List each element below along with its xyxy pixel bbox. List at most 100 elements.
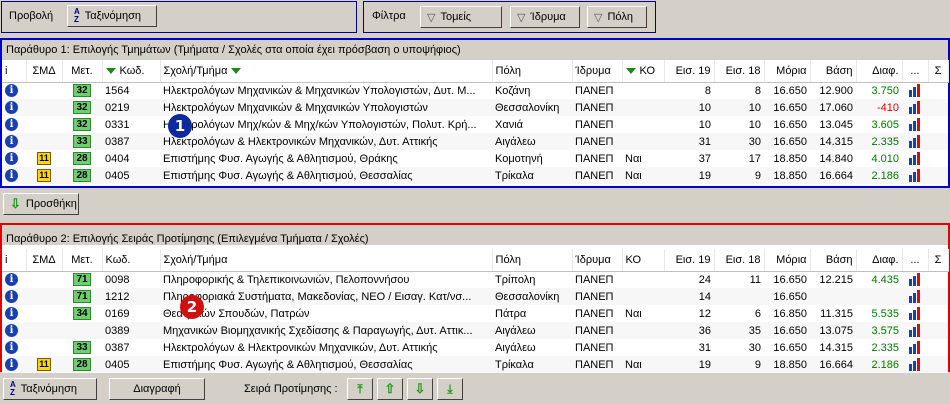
table-row[interactable]: i 34 0169 Θεατρικών Σπουδών, Πατρών Πάτρα ΠΑΝ… (2, 305, 948, 322)
smd-cell (26, 322, 62, 339)
info-icon[interactable]: i (5, 118, 18, 131)
filter-institution-button[interactable]: ▽ Ίδρυμα (510, 6, 580, 28)
col-met[interactable]: Μετ. (62, 60, 103, 83)
bar-chart-icon[interactable] (908, 290, 922, 303)
bar-chart-icon[interactable] (908, 273, 922, 287)
bar-chart-icon[interactable] (908, 169, 922, 182)
met-cell: 28 (62, 150, 102, 167)
table-row[interactable]: i 32 0331 Ηλεκτρολόγων Μηχ/κών & Μηχ/κών Υπ… (2, 116, 948, 133)
met-cell: 32 (62, 116, 102, 133)
info-icon[interactable]: i (5, 290, 18, 303)
table-row[interactable]: i 11 28 0405 Επιστήμης Φυσ. Αγωγής & Αθλητισ… (2, 356, 948, 373)
bar-chart-icon[interactable] (908, 84, 922, 98)
col-city[interactable]: Πόλη (492, 60, 573, 83)
col-more[interactable]: ... (902, 249, 929, 272)
info-icon[interactable]: i (5, 135, 18, 148)
table-row[interactable]: i 71 1212 Πληροφοριακά Συστήματα, Μακεδονία… (2, 288, 948, 305)
vasi-cell: 12.900 (810, 82, 856, 99)
col-met[interactable]: Μετ. (62, 249, 103, 272)
col-e19[interactable]: Εισ. 19 (664, 60, 715, 83)
info-icon[interactable]: i (5, 84, 18, 98)
city-cell: Κοζάνη (492, 82, 572, 99)
col-s[interactable]: Σ (928, 249, 949, 272)
col-ko[interactable]: ΚΟ (622, 60, 665, 83)
table-row[interactable]: i 32 0219 Ηλεκτρολόγων Μηχανικών & Μηχανικώ… (2, 99, 948, 116)
col-info[interactable]: i (2, 60, 27, 83)
filter-sectors-button[interactable]: ▽ Τομείς (420, 6, 502, 28)
bar-chart-icon[interactable] (908, 135, 922, 148)
col-code[interactable]: Κωδ. (102, 249, 161, 272)
diaf-cell: 3.750 (856, 82, 902, 99)
col-s[interactable]: Σ (928, 60, 949, 83)
extra-cell (928, 322, 948, 339)
col-e18[interactable]: Εισ. 18 (714, 60, 765, 83)
bar-chart-icon[interactable] (908, 101, 922, 114)
move-bottom-button[interactable]: ⤓ (437, 378, 463, 400)
inst-cell: ΠΑΝΕΠ (572, 288, 622, 305)
move-top-button[interactable]: ⤒ (347, 378, 373, 400)
col-moria[interactable]: Μόρια (764, 249, 811, 272)
col-diaf[interactable]: Διαφ. (856, 249, 903, 272)
col-vasi[interactable]: Βάση (810, 249, 857, 272)
inst-value: ΠΑΝΕΠ (575, 324, 614, 337)
e18-cell: 30 (714, 133, 764, 150)
info-icon[interactable]: i (5, 169, 18, 182)
col-e19[interactable]: Εισ. 19 (664, 249, 715, 272)
col-school[interactable]: Σχολή/Τμήμα (160, 60, 493, 83)
move-up-button[interactable]: ⇧ (377, 378, 403, 400)
arrow-down-green-icon: ⇩ (10, 196, 21, 211)
col-inst[interactable]: Ίδρυμα (572, 60, 623, 83)
bar-chart-icon[interactable] (908, 358, 922, 371)
table-row[interactable]: i 0389 Μηχανικών Βιομηχανικής Σχεδίασης & … (2, 322, 948, 339)
col-ko[interactable]: ΚΟ (622, 249, 665, 272)
e18-cell: 10 (714, 99, 764, 116)
col-info[interactable]: i (2, 249, 27, 272)
info-icon[interactable]: i (5, 152, 18, 165)
move-down-button[interactable]: ⇩ (407, 378, 433, 400)
bar-chart-icon[interactable] (908, 152, 922, 165)
col-diaf[interactable]: Διαφ. (856, 60, 903, 83)
info-icon[interactable]: i (5, 358, 18, 371)
info-icon[interactable]: i (5, 273, 18, 287)
col-smd[interactable]: ΣΜΔ (26, 249, 63, 272)
col-code[interactable]: Κωδ. (102, 60, 161, 83)
info-icon[interactable]: i (5, 307, 18, 320)
table-row[interactable]: i 33 0387 Ηλεκτρολόγων & Ηλεκτρονικών Μηχαν… (2, 133, 948, 150)
table-row[interactable]: i 11 28 0405 Επιστήμης Φυσ. Αγωγής & Αθλητισ… (2, 167, 948, 184)
e18-cell: 11 (714, 271, 764, 288)
school-cell: Μηχανικών Βιομηχανικής Σχεδίασης & Παραγ… (160, 322, 492, 339)
vasi-cell: 13.075 (810, 322, 856, 339)
table-row[interactable]: i 11 28 0404 Επιστήμης Φυσ. Αγωγής & Αθλητισ… (2, 150, 948, 167)
col-city[interactable]: Πόλη (492, 249, 573, 272)
e19-value: 12 (698, 307, 711, 320)
met-cell: 28 (62, 356, 102, 373)
delete-button[interactable]: Διαγραφή (109, 378, 205, 400)
sort-button-bottom[interactable]: AZ Ταξινόμηση (3, 378, 97, 400)
bar-chart-icon[interactable] (908, 324, 922, 337)
col-more[interactable]: ... (902, 60, 929, 83)
info-icon[interactable]: i (5, 324, 18, 337)
diaf-value: 4.010 (871, 152, 899, 165)
table-row[interactable]: i 33 0387 Ηλεκτρολόγων & Ηλεκτρονικών Μηχαν… (2, 339, 948, 356)
vasi-cell: 12.215 (810, 271, 856, 288)
met-cell: 71 (62, 288, 102, 305)
col-vasi[interactable]: Βάση (810, 60, 857, 83)
bar-chart-icon[interactable] (908, 307, 922, 320)
col-school[interactable]: Σχολή/Τμήμα (160, 249, 493, 272)
info-icon[interactable]: i (5, 341, 18, 354)
school-value: Πληροφοριακά Συστήματα, Μακεδονίας, ΝΕΟ … (163, 290, 472, 303)
bar-chart-icon[interactable] (908, 341, 922, 354)
table-row[interactable]: i 32 1564 Ηλεκτρολόγων Μηχανικών & Μηχανικώ… (2, 82, 948, 99)
col-smd[interactable]: ΣΜΔ (26, 60, 63, 83)
col-inst[interactable]: Ίδρυμα (572, 249, 623, 272)
bar-chart-icon[interactable] (908, 118, 922, 131)
add-button[interactable]: ⇩ Προσθήκη (3, 193, 79, 215)
sort-button-top[interactable]: AZ Ταξινόμηση (67, 5, 157, 27)
inst-cell: ΠΑΝΕΠ (572, 167, 622, 184)
code-cell: 1212 (102, 288, 160, 305)
info-icon[interactable]: i (5, 101, 18, 114)
table-row[interactable]: i 71 0098 Πληροφορικής & Τηλεπικοινωνιών, Π… (2, 271, 948, 288)
col-e18[interactable]: Εισ. 18 (714, 249, 765, 272)
col-moria[interactable]: Μόρια (764, 60, 811, 83)
filter-city-button[interactable]: ▽ Πόλη (587, 6, 647, 28)
